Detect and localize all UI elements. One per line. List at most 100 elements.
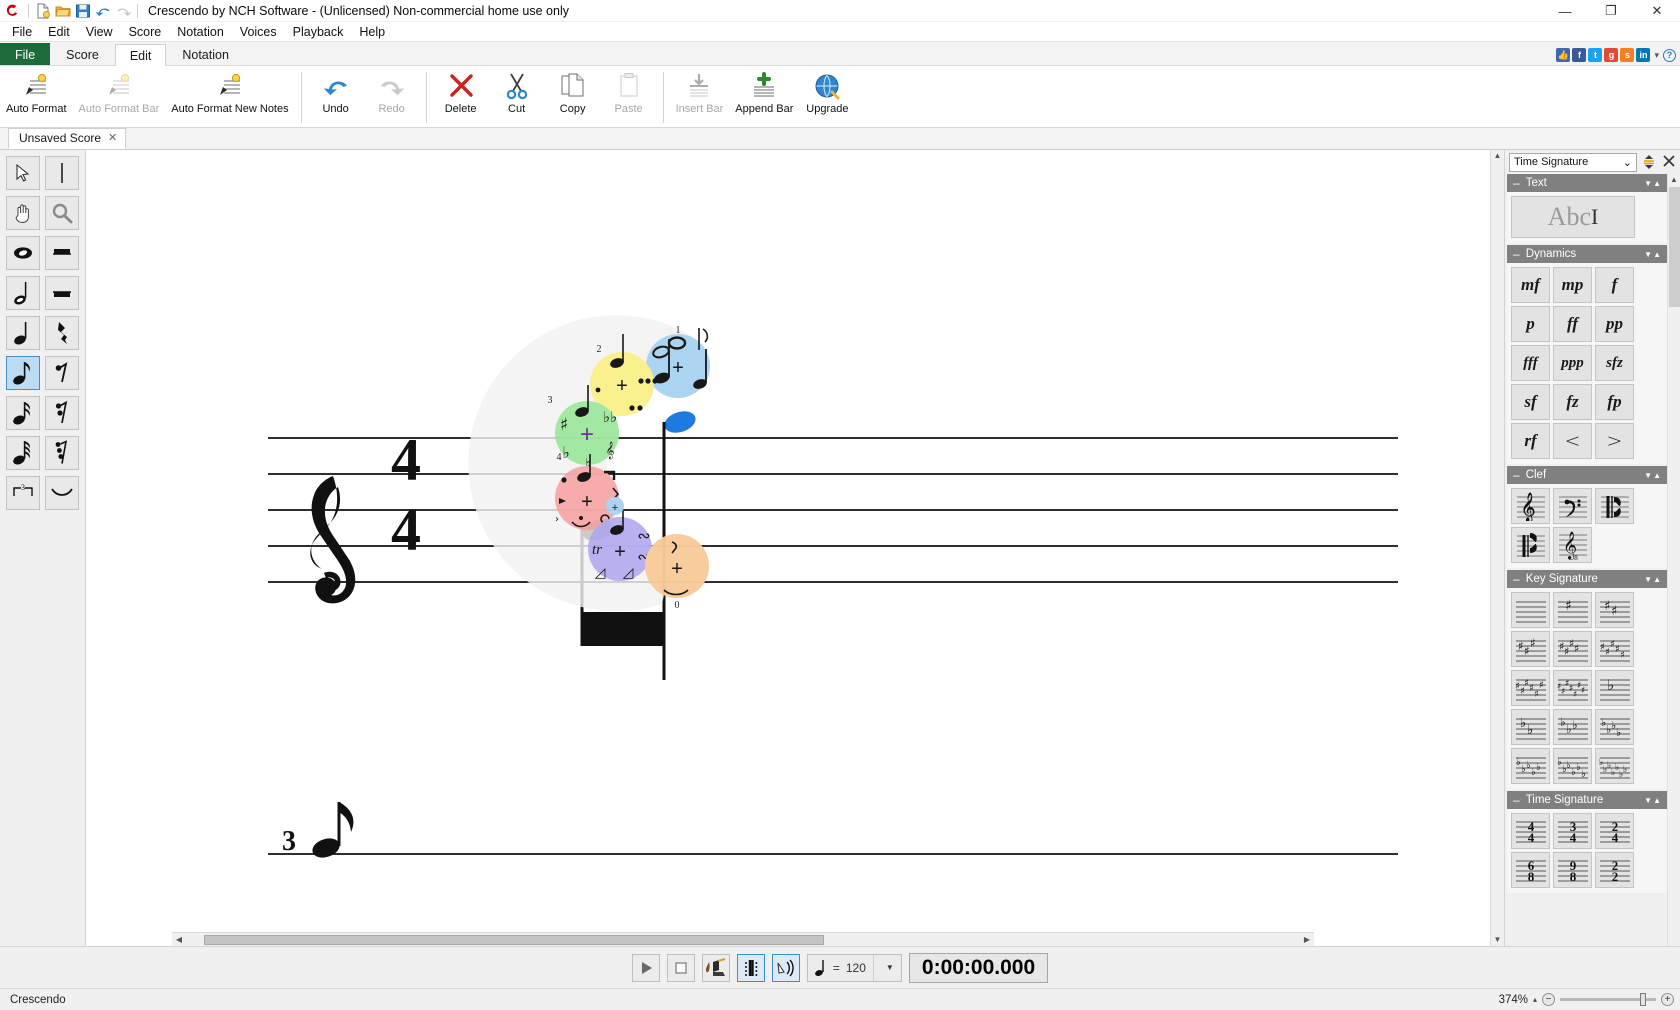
barline-tool[interactable] xyxy=(45,156,79,190)
pan-hand-tool[interactable] xyxy=(6,196,40,230)
section-header-time-signature[interactable]: –Time Signature ▼▲ xyxy=(1507,791,1667,809)
menu-playback[interactable]: Playback xyxy=(285,22,352,42)
key-4-sharps[interactable]: ♯♯♯♯ xyxy=(1553,631,1592,667)
eighth-rest-tool[interactable] xyxy=(45,356,79,390)
section-header-clef[interactable]: –Clef ▼▲ xyxy=(1507,466,1667,484)
menu-help[interactable]: Help xyxy=(351,22,393,42)
key-5-sharps[interactable]: ♯♯♯♯♯ xyxy=(1595,631,1634,667)
dynamic-fff[interactable]: fff xyxy=(1511,345,1550,381)
score-notation[interactable]: 4 4 + xyxy=(86,150,1406,880)
menu-view[interactable]: View xyxy=(78,22,121,42)
note-click-sound-icon[interactable] xyxy=(772,954,800,982)
scroll-right-icon[interactable]: ▶ xyxy=(1300,935,1314,945)
menu-edit[interactable]: Edit xyxy=(40,22,78,42)
collapse-icon[interactable]: – xyxy=(1513,794,1520,806)
dynamic-rf[interactable]: rf xyxy=(1511,423,1550,459)
half-note-tool[interactable] xyxy=(6,276,40,310)
dynamic-mf[interactable]: mf xyxy=(1511,267,1550,303)
section-arrows[interactable]: ▼▲ xyxy=(1644,796,1662,805)
whole-rest-tool[interactable] xyxy=(45,236,79,270)
tie-slur-tool[interactable] xyxy=(45,476,79,510)
time-3-4[interactable]: 34 xyxy=(1553,813,1592,849)
section-arrows[interactable]: ▼▲ xyxy=(1644,250,1662,259)
facebook-icon[interactable]: f xyxy=(1572,48,1586,62)
sixteenth-rest-tool[interactable] xyxy=(45,396,79,430)
key-0[interactable] xyxy=(1511,592,1550,628)
thirtysecond-note-tool[interactable] xyxy=(6,436,40,470)
section-arrows[interactable]: ▼▲ xyxy=(1644,471,1662,480)
key-1-sharp[interactable]: ♯ xyxy=(1553,592,1592,628)
key-4-flats[interactable]: ♭♭♭♭ xyxy=(1595,709,1634,745)
undo-icon[interactable] xyxy=(93,2,113,20)
quarter-note-tool[interactable] xyxy=(6,316,40,350)
chevron-up-icon[interactable]: ▴ xyxy=(1533,995,1537,1004)
dynamic-ppp[interactable]: ppp xyxy=(1553,345,1592,381)
zoom-in-button[interactable]: + xyxy=(1661,993,1674,1006)
key-7-flats[interactable]: ♭♭♭♭♭♭♭ xyxy=(1595,748,1634,784)
select-tool[interactable] xyxy=(6,156,40,190)
scroll-track[interactable] xyxy=(186,934,1300,946)
linkedin-icon[interactable]: in xyxy=(1636,48,1650,62)
thirtysecond-rest-tool[interactable] xyxy=(45,436,79,470)
undo-button[interactable]: Undo xyxy=(308,68,364,127)
canvas-horizontal-scrollbar[interactable]: ◀ ▶ xyxy=(172,932,1314,946)
clef-bass[interactable] xyxy=(1553,488,1592,524)
panel-vertical-scrollbar[interactable]: ▲ xyxy=(1667,174,1680,946)
clef-alto[interactable] xyxy=(1595,488,1634,524)
tuplet-tool[interactable]: 3 xyxy=(6,476,40,510)
stop-button[interactable] xyxy=(667,954,695,982)
google-plus-icon[interactable]: g xyxy=(1604,48,1618,62)
zoom-tool[interactable] xyxy=(45,196,79,230)
tempo-control[interactable]: = 120 ▼ xyxy=(807,954,902,982)
auto-format-button[interactable]: Auto Format xyxy=(0,68,73,127)
dynamic-ff[interactable]: ff xyxy=(1553,306,1592,342)
key-1-flat[interactable]: ♭ xyxy=(1595,670,1634,706)
canvas-vertical-scrollbar[interactable]: ▲ ▼ xyxy=(1490,150,1504,946)
play-button[interactable] xyxy=(632,954,660,982)
thumbs-up-icon[interactable]: 👍 xyxy=(1556,48,1570,62)
tempo-bpm-value[interactable]: 120 xyxy=(846,961,866,975)
stack-overflow-icon[interactable]: s xyxy=(1620,48,1634,62)
cut-button[interactable]: Cut xyxy=(489,68,545,127)
section-header-key-signature[interactable]: –Key Signature ▼▲ xyxy=(1507,570,1667,588)
zoom-slider-thumb[interactable] xyxy=(1640,993,1646,1006)
key-6-sharps[interactable]: ♯♯♯♯♯♯ xyxy=(1511,670,1550,706)
chevron-down-icon[interactable]: ▾ xyxy=(1652,50,1661,61)
maximize-button[interactable]: ❐ xyxy=(1588,0,1634,22)
close-button[interactable]: ✕ xyxy=(1634,0,1680,22)
zoom-slider[interactable] xyxy=(1560,993,1656,1006)
key-2-sharps[interactable]: ♯♯ xyxy=(1595,592,1634,628)
dynamic-pp[interactable]: pp xyxy=(1595,306,1634,342)
ribbon-tab-notation[interactable]: Notation xyxy=(167,43,244,65)
scroll-left-icon[interactable]: ◀ xyxy=(172,935,186,945)
scroll-up-icon[interactable]: ▲ xyxy=(1670,175,1678,185)
dynamic-mp[interactable]: mp xyxy=(1553,267,1592,303)
instruments-icon[interactable] xyxy=(702,954,730,982)
insert-bar-button[interactable]: Insert Bar xyxy=(670,68,730,127)
collapse-panel-icon[interactable] xyxy=(1660,153,1677,172)
dynamic-fp[interactable]: fp xyxy=(1595,384,1634,420)
dynamic-f[interactable]: f xyxy=(1595,267,1634,303)
menu-score[interactable]: Score xyxy=(121,22,170,42)
redo-button[interactable]: Redo xyxy=(364,68,420,127)
time-6-8[interactable]: 68 xyxy=(1511,852,1550,888)
diminuendo-hairpin[interactable]: > xyxy=(1595,423,1634,459)
quarter-rest-tool[interactable] xyxy=(45,316,79,350)
twitter-icon[interactable]: t xyxy=(1588,48,1602,62)
collapse-icon[interactable]: – xyxy=(1513,248,1520,260)
auto-format-bar-button[interactable]: Auto Format Bar xyxy=(73,68,166,127)
sixteenth-note-tool[interactable] xyxy=(6,396,40,430)
section-header-dynamics[interactable]: –Dynamics ▼▲ xyxy=(1507,245,1667,263)
scroll-down-icon[interactable]: ▼ xyxy=(1494,935,1502,945)
score-canvas[interactable]: 4 4 + xyxy=(86,150,1490,946)
section-arrows[interactable]: ▼▲ xyxy=(1644,179,1662,188)
key-2-flats[interactable]: ♭♭ xyxy=(1511,709,1550,745)
clef-treble-8vb[interactable]: 𝄞8 xyxy=(1553,527,1592,563)
clef-treble[interactable]: 𝄞𝄞 xyxy=(1511,488,1550,524)
minimize-button[interactable]: — xyxy=(1542,0,1588,22)
text-tool-button[interactable]: AbcI xyxy=(1511,196,1635,238)
append-bar-button[interactable]: Append Bar xyxy=(729,68,799,127)
save-icon[interactable] xyxy=(73,2,93,20)
ribbon-tab-score[interactable]: Score xyxy=(51,43,114,65)
collapse-icon[interactable]: – xyxy=(1513,573,1520,585)
